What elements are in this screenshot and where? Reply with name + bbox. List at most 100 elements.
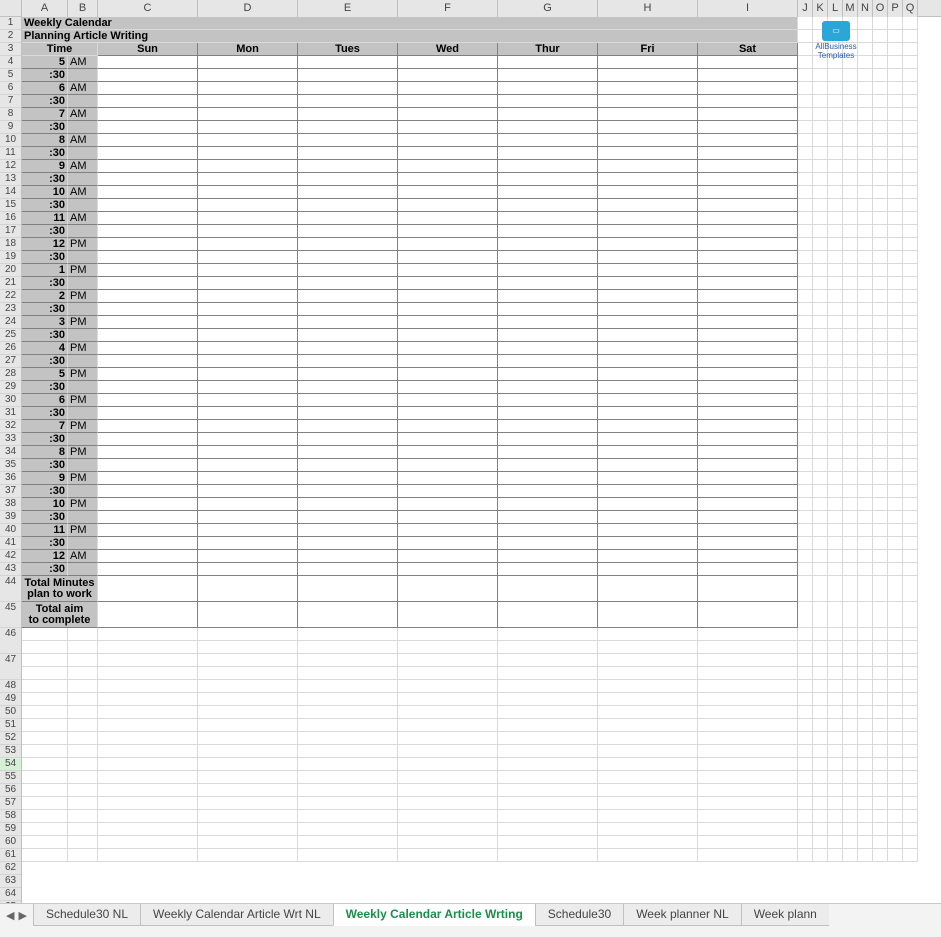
- cell[interactable]: [843, 433, 858, 446]
- cell[interactable]: [198, 797, 298, 810]
- cell[interactable]: [798, 849, 813, 862]
- cell[interactable]: [398, 316, 498, 329]
- cell[interactable]: [698, 810, 798, 823]
- cell[interactable]: [903, 251, 918, 264]
- cell[interactable]: [22, 758, 68, 771]
- day-header-thur[interactable]: Thur: [498, 43, 598, 56]
- cell[interactable]: [843, 719, 858, 732]
- time-num[interactable]: 10: [22, 186, 68, 199]
- cell[interactable]: [698, 108, 798, 121]
- cell[interactable]: [813, 654, 828, 667]
- cell[interactable]: [888, 459, 903, 472]
- cell[interactable]: [398, 238, 498, 251]
- cell[interactable]: [698, 82, 798, 95]
- cell[interactable]: [98, 810, 198, 823]
- time-period[interactable]: [68, 485, 98, 498]
- cell[interactable]: [858, 277, 873, 290]
- cell[interactable]: [843, 160, 858, 173]
- cell[interactable]: [198, 524, 298, 537]
- cell[interactable]: [198, 485, 298, 498]
- cell[interactable]: [813, 433, 828, 446]
- cell[interactable]: [828, 121, 843, 134]
- sheet-tab[interactable]: Weekly Calendar Article Wrting: [333, 904, 536, 926]
- cell[interactable]: [888, 199, 903, 212]
- time-period[interactable]: [68, 511, 98, 524]
- time-num[interactable]: 10: [22, 498, 68, 511]
- cell[interactable]: [698, 784, 798, 797]
- cell[interactable]: [398, 342, 498, 355]
- time-period[interactable]: AM: [68, 550, 98, 563]
- time-num[interactable]: 6: [22, 394, 68, 407]
- cell[interactable]: [198, 290, 298, 303]
- cell[interactable]: [22, 849, 68, 862]
- cell[interactable]: [598, 537, 698, 550]
- cell[interactable]: [698, 836, 798, 849]
- cell[interactable]: [858, 836, 873, 849]
- cell[interactable]: [68, 654, 98, 667]
- time-num[interactable]: :30: [22, 147, 68, 160]
- cell[interactable]: [298, 446, 398, 459]
- cell-grid[interactable]: ▭ AllBusiness Templates Weekly CalendarP…: [22, 17, 941, 903]
- cell[interactable]: [858, 212, 873, 225]
- cell[interactable]: [873, 186, 888, 199]
- cell[interactable]: [398, 537, 498, 550]
- cell[interactable]: [498, 264, 598, 277]
- cell[interactable]: [798, 784, 813, 797]
- cell[interactable]: [298, 797, 398, 810]
- cell[interactable]: [873, 706, 888, 719]
- cell[interactable]: [398, 693, 498, 706]
- cell[interactable]: [698, 251, 798, 264]
- cell[interactable]: [698, 550, 798, 563]
- cell[interactable]: [858, 784, 873, 797]
- cell[interactable]: [873, 667, 888, 680]
- cell[interactable]: [843, 745, 858, 758]
- cell[interactable]: [843, 563, 858, 576]
- cell[interactable]: [498, 212, 598, 225]
- cell[interactable]: [298, 719, 398, 732]
- row-header-53[interactable]: 53: [0, 745, 21, 758]
- cell[interactable]: [598, 797, 698, 810]
- cell[interactable]: [698, 849, 798, 862]
- row-header-64[interactable]: 64: [0, 888, 21, 901]
- cell[interactable]: [888, 602, 903, 628]
- cell[interactable]: [98, 134, 198, 147]
- time-period[interactable]: [68, 199, 98, 212]
- cell[interactable]: [598, 771, 698, 784]
- cell[interactable]: [813, 446, 828, 459]
- cell[interactable]: [298, 706, 398, 719]
- cell[interactable]: [22, 732, 68, 745]
- cell[interactable]: [903, 407, 918, 420]
- cell[interactable]: [498, 316, 598, 329]
- time-period[interactable]: AM: [68, 108, 98, 121]
- cell[interactable]: [798, 810, 813, 823]
- cell[interactable]: [598, 472, 698, 485]
- cell[interactable]: [298, 82, 398, 95]
- cell[interactable]: [298, 732, 398, 745]
- cell[interactable]: [813, 485, 828, 498]
- cell[interactable]: [22, 719, 68, 732]
- col-header-B[interactable]: B: [68, 0, 98, 17]
- row-header-25[interactable]: 25: [0, 329, 21, 342]
- cell[interactable]: [903, 43, 918, 56]
- cell[interactable]: [98, 563, 198, 576]
- cell[interactable]: [198, 680, 298, 693]
- cell[interactable]: [888, 472, 903, 485]
- time-num[interactable]: 8: [22, 446, 68, 459]
- cell[interactable]: [598, 849, 698, 862]
- cell[interactable]: [698, 199, 798, 212]
- row-header-50[interactable]: 50: [0, 706, 21, 719]
- cell[interactable]: [843, 524, 858, 537]
- cell[interactable]: [813, 264, 828, 277]
- cell[interactable]: [398, 550, 498, 563]
- cell[interactable]: [903, 108, 918, 121]
- cell[interactable]: [873, 290, 888, 303]
- cell[interactable]: [858, 238, 873, 251]
- cell[interactable]: [298, 550, 398, 563]
- row-header-59[interactable]: 59: [0, 823, 21, 836]
- cell[interactable]: [498, 810, 598, 823]
- cell[interactable]: [873, 43, 888, 56]
- cell[interactable]: [843, 238, 858, 251]
- cell[interactable]: [298, 134, 398, 147]
- cell[interactable]: [813, 628, 828, 641]
- time-num[interactable]: 5: [22, 56, 68, 69]
